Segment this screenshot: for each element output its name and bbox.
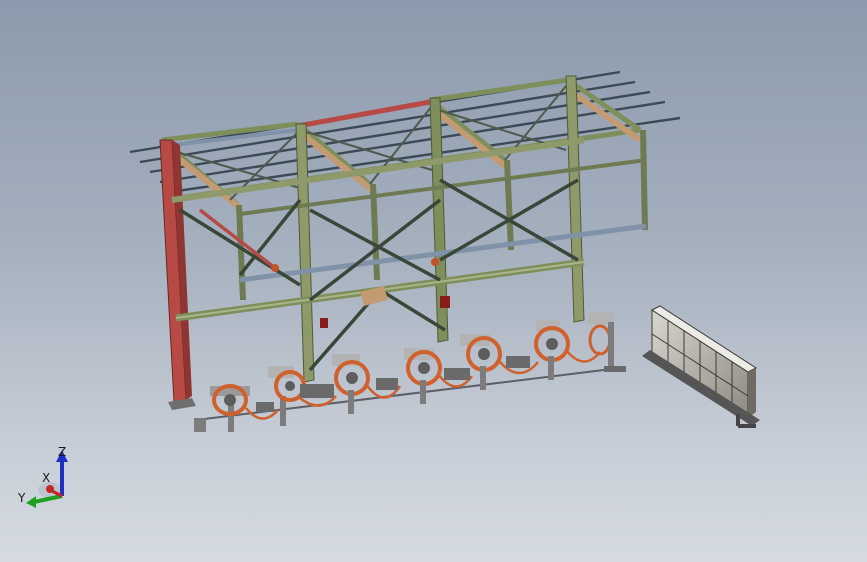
control-cabinet xyxy=(642,305,760,428)
x-axis-arrow-icon xyxy=(46,485,54,493)
z-axis-label: Z xyxy=(58,445,66,459)
hose-reel-unit xyxy=(268,366,337,426)
roof-frame xyxy=(129,70,681,211)
cad-viewport[interactable]: Z X Y xyxy=(0,0,867,562)
hose-reel-units xyxy=(194,312,626,432)
y-axis-arrow-icon xyxy=(26,496,36,508)
x-axis-label: X xyxy=(42,471,50,485)
y-axis-label: Y xyxy=(17,491,26,505)
hose-reel-unit xyxy=(460,334,539,390)
hose-reel-unit xyxy=(588,312,626,372)
hose-reel-unit xyxy=(194,384,279,432)
hose-reel-unit xyxy=(404,348,474,404)
assembly-model[interactable] xyxy=(0,0,867,562)
hose-reel-unit xyxy=(332,354,402,414)
axis-triad: Z X Y xyxy=(17,445,68,508)
